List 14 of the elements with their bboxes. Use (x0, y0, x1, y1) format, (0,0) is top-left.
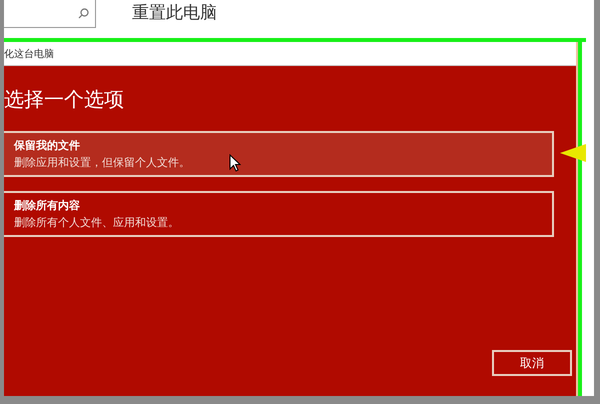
page-title: 重置此电脑 (132, 2, 217, 25)
option-description: 删除应用和设置，但保留个人文件。 (14, 155, 190, 170)
arrow-icon (560, 142, 586, 164)
option-title: 保留我的文件 (14, 138, 80, 153)
cursor-icon (229, 154, 241, 172)
option-description: 删除所有个人文件、应用和设置。 (14, 215, 179, 230)
search-icon (78, 8, 89, 19)
window-title: 化这台电脑 (4, 48, 54, 60)
option-title: 删除所有内容 (14, 198, 80, 213)
cancel-button[interactable]: 取消 (492, 350, 572, 376)
search-field[interactable] (4, 0, 96, 28)
option-card[interactable]: 保留我的文件 删除应用和设置，但保留个人文件。 (4, 131, 554, 177)
dialog-heading: 选择一个选项 (4, 86, 125, 113)
option-card[interactable]: 删除所有内容 删除所有个人文件、应用和设置。 (4, 191, 554, 237)
